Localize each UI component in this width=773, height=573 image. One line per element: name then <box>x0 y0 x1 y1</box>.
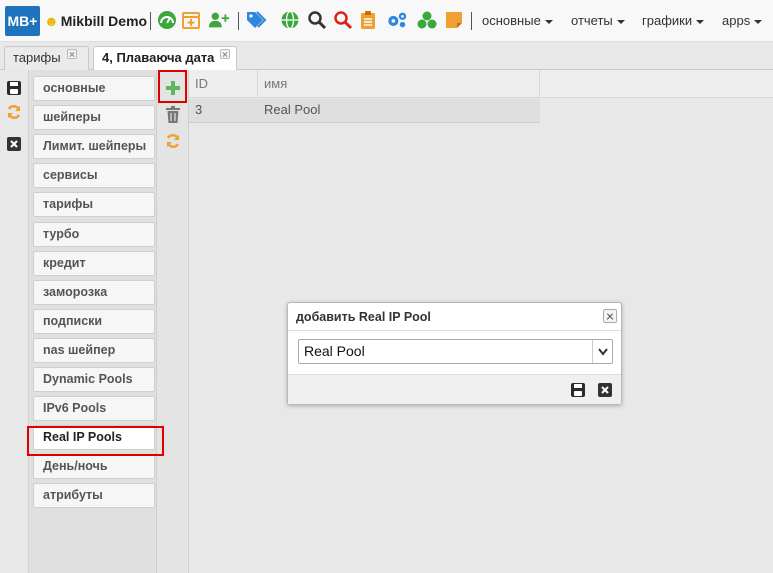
globe-icon[interactable] <box>279 9 301 31</box>
dialog-title-text: добавить Real IP Pool <box>296 310 431 324</box>
sidebar-item-turbo[interactable]: турбо <box>33 221 155 247</box>
tab-label: тарифы <box>13 50 61 65</box>
sidebar-item-real-ip-pools[interactable]: Real IP Pools <box>33 425 155 451</box>
nav-separator <box>150 12 151 30</box>
sidebar-item-credit[interactable]: кредит <box>33 250 155 276</box>
close-icon[interactable] <box>596 381 613 398</box>
sidebar-item-limit-shapers[interactable]: Лимит. шейперы <box>33 134 155 160</box>
column-header-id[interactable]: ID <box>189 70 258 98</box>
sidebar-item-freeze[interactable]: заморозка <box>33 279 155 305</box>
mini-toolbar <box>0 70 29 573</box>
pool-select-value: Real Pool <box>304 343 365 359</box>
cell-id: 3 <box>195 102 203 117</box>
clipboard-icon[interactable] <box>357 9 379 31</box>
pool-select[interactable]: Real Pool <box>298 339 613 364</box>
save-icon[interactable] <box>569 381 586 398</box>
nav-separator <box>471 12 472 30</box>
sidebar-item-ipv6-pools[interactable]: IPv6 Pools <box>33 396 155 422</box>
nav-separator <box>238 12 239 30</box>
cubes-icon[interactable] <box>416 9 438 31</box>
cogs-icon[interactable] <box>386 9 408 31</box>
sidebar-item-day-night[interactable]: День/ночь <box>33 454 155 480</box>
dashboard-icon[interactable] <box>156 9 178 31</box>
menu-main[interactable]: основные <box>482 13 553 28</box>
cell-name: Real Pool <box>264 102 321 117</box>
add-real-ip-pool-dialog: добавить Real IP Pool Real Pool <box>287 302 622 405</box>
tab-tariffs[interactable]: тарифы <box>4 46 89 70</box>
sidebar-item-shapers[interactable]: шейперы <box>33 105 155 131</box>
menu-reports[interactable]: отчеты <box>571 13 625 28</box>
sidebar-item-nas-shaper[interactable]: nas шейпер <box>33 337 155 363</box>
dialog-title: добавить Real IP Pool <box>288 303 621 331</box>
dialog-footer <box>288 374 621 404</box>
refresh-icon[interactable] <box>5 103 23 121</box>
menu-charts[interactable]: графики <box>642 13 705 28</box>
sidebar-item-tariffs[interactable]: тарифы <box>33 192 155 218</box>
brand-name[interactable]: ☻ Mikbill Demo <box>44 13 147 29</box>
trash-icon[interactable] <box>164 106 182 124</box>
column-header-name[interactable]: имя <box>258 70 540 98</box>
sidebar-item-services[interactable]: сервисы <box>33 163 155 189</box>
sidebar-item-subscriptions[interactable]: подписки <box>33 308 155 334</box>
chevron-down-icon[interactable] <box>592 340 612 363</box>
close-icon[interactable] <box>66 49 77 59</box>
user-plus-icon[interactable] <box>208 9 230 31</box>
dialog-body: Real Pool <box>288 332 621 374</box>
app-logo[interactable]: MB+ <box>5 6 40 36</box>
tab-bar: тарифы 4, Плаваюча дата <box>0 42 773 71</box>
close-icon[interactable] <box>603 309 617 323</box>
tab-label: 4, Плаваюча дата <box>102 50 215 65</box>
sticky-note-icon[interactable] <box>443 9 465 31</box>
search-red-icon[interactable] <box>332 9 354 31</box>
tab-tariff-detail[interactable]: 4, Плаваюча дата <box>93 46 237 71</box>
calendar-plus-icon[interactable] <box>180 9 202 31</box>
grid-header: ID имя <box>189 70 773 98</box>
cat-icon: ☻ <box>44 13 59 29</box>
sidebar-item-attributes[interactable]: атрибуты <box>33 483 155 509</box>
sidebar-item-dynamic-pools[interactable]: Dynamic Pools <box>33 367 155 392</box>
tags-icon[interactable] <box>245 9 267 31</box>
refresh-icon[interactable] <box>164 132 182 150</box>
table-row[interactable]: 3 Real Pool <box>189 99 540 123</box>
plus-icon[interactable] <box>164 79 182 97</box>
side-menu: основные шейперы Лимит. шейперы сервисы тари… <box>29 70 157 573</box>
save-icon[interactable] <box>5 79 23 97</box>
top-navbar: MB+ ☻ Mikbill Demo основные отчеты график… <box>0 0 773 42</box>
search-icon[interactable] <box>306 9 328 31</box>
brand-label: Mikbill Demo <box>60 13 148 29</box>
sidebar-item-main[interactable]: основные <box>33 76 155 101</box>
close-icon[interactable] <box>220 49 231 59</box>
action-column <box>157 70 189 573</box>
close-icon[interactable] <box>5 135 23 153</box>
menu-apps[interactable]: apps <box>722 13 763 28</box>
